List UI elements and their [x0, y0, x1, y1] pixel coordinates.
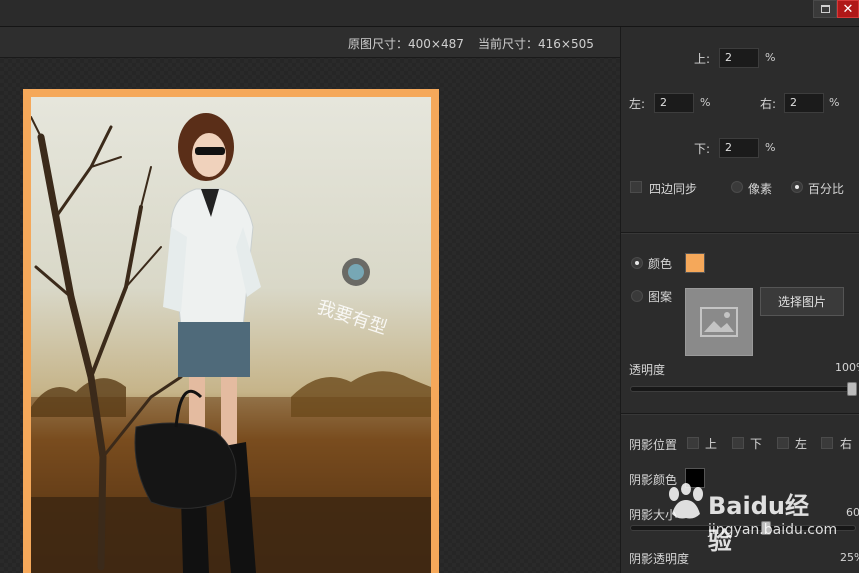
right-margin-unit: % — [829, 96, 840, 109]
divider — [621, 413, 859, 415]
opacity-slider-track[interactable] — [630, 386, 856, 392]
unit-percent-radio[interactable] — [791, 181, 803, 193]
paw-icon — [669, 483, 703, 519]
opacity-value: 100% — [835, 361, 859, 374]
fill-pattern-label: 图案 — [648, 290, 673, 304]
right-margin-input[interactable]: 2 — [784, 93, 824, 113]
top-margin-label: 上: — [694, 52, 711, 66]
shadow-right-checkbox[interactable] — [821, 437, 833, 449]
divider — [621, 232, 859, 234]
top-margin-unit: % — [765, 51, 776, 64]
fill-color-label: 颜色 — [648, 257, 673, 271]
choose-image-button[interactable]: 选择图片 — [760, 287, 844, 316]
unit-pixel-radio[interactable] — [731, 181, 743, 193]
x-icon: ✕ — [842, 1, 854, 17]
sync-sides-label: 四边同步 — [649, 182, 698, 196]
unit-percent-label: 百分比 — [808, 182, 845, 196]
unit-pixel-label: 像素 — [748, 182, 773, 196]
left-margin-input[interactable]: 2 — [654, 93, 694, 113]
opacity-slider-handle[interactable] — [847, 382, 857, 396]
baidu-url-text: jingyan.baidu.com — [708, 522, 838, 538]
shadow-top-label: 上 — [705, 437, 718, 451]
shadow-left-checkbox[interactable] — [777, 437, 789, 449]
left-margin-unit: % — [700, 96, 711, 109]
shadow-right-label: 右 — [840, 437, 853, 451]
shadow-position-label: 阴影位置 — [629, 438, 678, 452]
image-placeholder-icon — [700, 307, 738, 337]
baidu-watermark: Baidu经验 jingyan.baidu.com — [664, 480, 837, 555]
framed-image: 我要有型 — [23, 89, 439, 573]
maximize-button[interactable] — [813, 0, 837, 18]
bottom-margin-label: 下: — [694, 142, 711, 156]
square-icon — [820, 5, 830, 13]
left-margin-label: 左: — [629, 97, 646, 111]
title-bar: ✕ — [0, 0, 859, 27]
photo: 我要有型 — [31, 97, 431, 573]
shadow-top-checkbox[interactable] — [687, 437, 699, 449]
top-margin-input[interactable]: 2 — [719, 48, 759, 68]
baidu-brand-text: Baidu经验 — [708, 492, 809, 555]
current-size-text: 当前尺寸：416×505 — [478, 37, 594, 51]
original-size-text: 原图尺寸：400×487 — [348, 37, 464, 51]
sync-sides-checkbox[interactable] — [630, 181, 642, 193]
size-info-bar: 原图尺寸：400×487 当前尺寸：416×505 — [0, 27, 620, 58]
bottom-margin-unit: % — [765, 141, 776, 154]
bottom-margin-input[interactable]: 2 — [719, 138, 759, 158]
fill-pattern-radio[interactable] — [631, 290, 643, 302]
opacity-label: 透明度 — [629, 363, 666, 377]
fill-color-swatch[interactable] — [685, 253, 705, 273]
close-button[interactable]: ✕ — [837, 0, 859, 18]
shadow-bottom-checkbox[interactable] — [732, 437, 744, 449]
right-margin-label: 右: — [760, 97, 777, 111]
pattern-preview[interactable] — [685, 288, 753, 356]
photo-illustration: 我要有型 — [31, 113, 431, 573]
shadow-opacity-value: 25% — [840, 551, 859, 564]
photo-watermark-text: 我要有型 — [314, 297, 389, 339]
fill-color-radio[interactable] — [631, 257, 643, 269]
shadow-opacity-label: 阴影透明度 — [629, 552, 690, 566]
shadow-bottom-label: 下 — [750, 437, 763, 451]
shadow-size-value: 60 — [846, 506, 859, 519]
shadow-left-label: 左 — [795, 437, 808, 451]
